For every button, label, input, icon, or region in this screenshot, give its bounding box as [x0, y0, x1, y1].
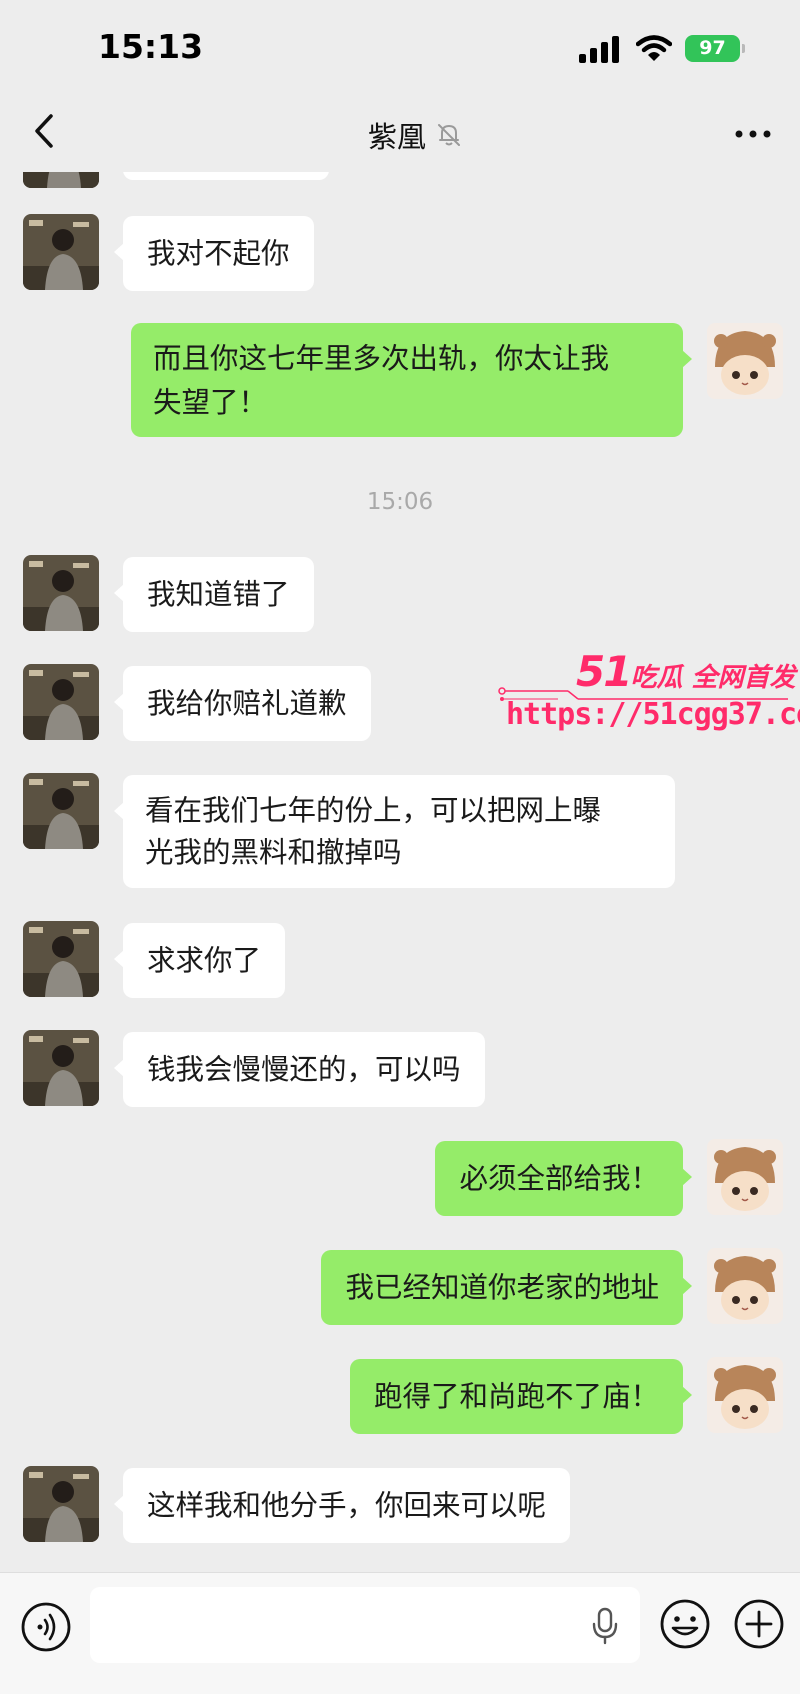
message-bubble: 而且你这七年里多次出轨，你太让我 失望了！	[131, 323, 692, 437]
message-row: 看在我们七年的份上，可以把网上曝 光我的黑料和撤掉吗	[0, 773, 800, 893]
message-bubble: 跑得了和尚跑不了庙！	[349, 1359, 693, 1434]
chat-header: 紫凰	[0, 96, 800, 172]
message-bubble: 求求你了	[113, 923, 286, 998]
message-bubble: 看在我们七年的份上，可以把网上曝 光我的黑料和撤掉吗	[114, 775, 675, 888]
mute-bell-icon	[438, 124, 461, 146]
microphone-icon[interactable]	[591, 1607, 619, 1645]
chat-title: 紫凰	[368, 120, 427, 154]
user-avatar[interactable]	[707, 323, 783, 399]
message-timestamp: 15:06	[366, 489, 434, 515]
message-row: 我对不起你	[0, 214, 800, 294]
message-text-line: 看在我们七年的份上，可以把网上曝	[145, 794, 602, 827]
battery-charging-icon: 97	[685, 35, 745, 62]
message-text: 钱我会慢慢还的，可以吗	[147, 1053, 461, 1086]
message-text: 求求你了	[147, 944, 262, 977]
wifi-icon	[636, 35, 672, 61]
message-bubble: 我给你赔礼道歉	[114, 666, 371, 741]
chat-title-wrap: 紫凰	[368, 114, 463, 154]
message-text: 这样我和他分手，你回来可以呢	[147, 1489, 547, 1522]
contact-avatar[interactable]	[23, 1030, 99, 1106]
message-text: 我已经知道你老家的地址	[345, 1271, 659, 1304]
message-bubble: 这样我和他分手，你回来可以呢	[113, 1468, 571, 1543]
message-text: 我给你赔礼道歉	[147, 687, 347, 720]
more-dots-icon[interactable]	[733, 118, 773, 150]
message-text-line: 失望了！	[153, 386, 268, 419]
user-avatar[interactable]	[707, 1357, 783, 1433]
user-avatar[interactable]	[707, 1139, 783, 1215]
message-text: 必须全部给我！	[459, 1162, 659, 1195]
message-bubble: 我已经知道你老家的地址	[321, 1250, 692, 1325]
contact-avatar[interactable]	[23, 555, 99, 631]
message-text-line: 而且你这七年里多次出轨，你太让我	[153, 342, 610, 375]
message-text-line: 光我的黑料和撤掉吗	[145, 836, 402, 869]
voice-icon[interactable]	[20, 1601, 72, 1653]
status-bar: 15:13 97	[0, 0, 800, 96]
contact-avatar[interactable]	[23, 1466, 99, 1542]
message-bubble: 钱我会慢慢还的，可以吗	[114, 1032, 485, 1107]
message-row: 而且你这七年里多次出轨，你太让我 失望了！	[0, 323, 800, 443]
input-bar	[0, 1572, 800, 1694]
contact-avatar[interactable]	[23, 664, 99, 740]
message-row-partial	[0, 172, 800, 192]
cellular-signal-icon	[579, 36, 619, 63]
emoji-icon[interactable]	[659, 1598, 711, 1650]
battery-level: 97	[699, 37, 726, 59]
contact-avatar[interactable]	[23, 172, 99, 188]
message-bubble: 我知道错了	[114, 557, 314, 632]
status-time: 15:13	[98, 27, 204, 66]
contact-avatar[interactable]	[23, 214, 99, 290]
message-row: 跑得了和尚跑不了庙！	[0, 1357, 800, 1437]
plus-icon[interactable]	[733, 1598, 785, 1650]
message-row: 我知道错了	[0, 555, 800, 635]
message-row: 这样我和他分手，你回来可以呢	[0, 1466, 800, 1546]
watermark: 51吃瓜 全网首发 https://51cgg37.com	[498, 643, 800, 743]
message-text: 我知道错了	[147, 578, 290, 611]
message-text: 我对不起你	[147, 237, 290, 270]
message-bubble: 必须全部给我！	[435, 1141, 692, 1216]
contact-avatar[interactable]	[23, 921, 99, 997]
message-bubble: 我对不起你	[114, 216, 314, 291]
back-chevron-icon[interactable]	[25, 110, 65, 152]
message-row: 我已经知道你老家的地址	[0, 1248, 800, 1328]
message-row: 必须全部给我！	[0, 1139, 800, 1219]
contact-avatar[interactable]	[23, 773, 99, 849]
user-avatar[interactable]	[707, 1248, 783, 1324]
watermark-url: https://51cgg37.com	[506, 697, 800, 732]
message-text: 跑得了和尚跑不了庙！	[373, 1380, 659, 1413]
message-input[interactable]	[90, 1587, 640, 1663]
message-row: 钱我会慢慢还的，可以吗	[0, 1030, 800, 1110]
message-row: 求求你了	[0, 921, 800, 1001]
message-bubble	[123, 172, 329, 180]
chat-messages: 我对不起你 而且你这七年里多次出轨，你太让我 失望了！ 15:06 我知道错了 …	[0, 172, 800, 1572]
